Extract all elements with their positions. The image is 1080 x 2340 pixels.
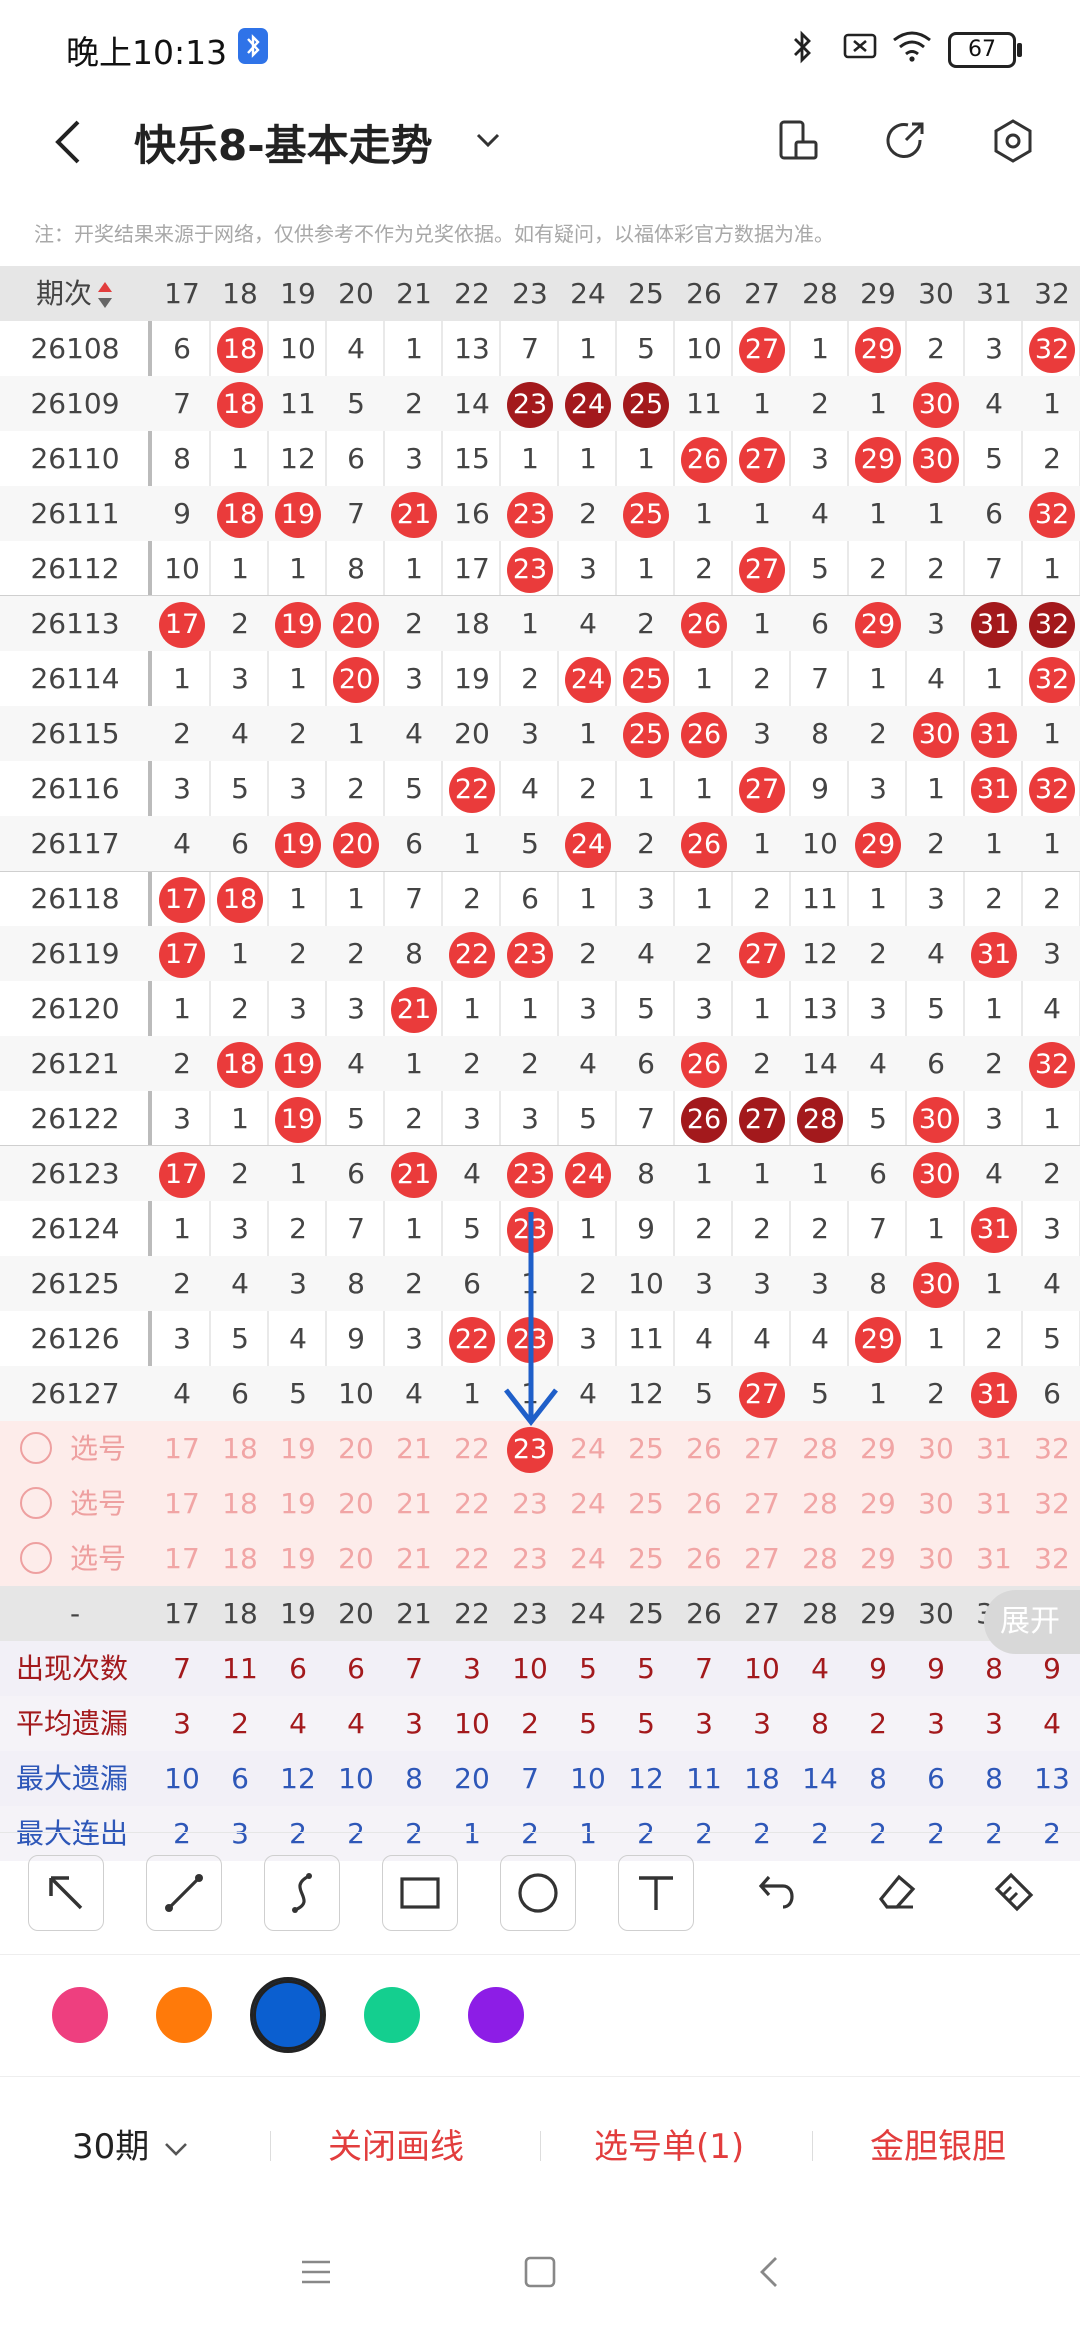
divider — [270, 2131, 271, 2161]
color-palette — [0, 1954, 1080, 2075]
drawing-toolbar — [0, 1832, 1080, 1953]
rectangle-tool-icon[interactable] — [382, 1855, 458, 1931]
bottom-actions: 30期 关闭画线 选号单(1) 金胆银胆 — [0, 2076, 1080, 2207]
chevron-down-icon — [165, 2142, 187, 2156]
text-tool-icon[interactable] — [618, 1855, 694, 1931]
close-drawing-button[interactable]: 关闭画线 — [328, 2119, 464, 2168]
home-icon[interactable] — [522, 2254, 558, 2294]
expand-button[interactable]: 展开 — [984, 1590, 1080, 1654]
color-swatch[interactable] — [156, 1987, 212, 2043]
line-tool-icon[interactable] — [146, 1855, 222, 1931]
period-select[interactable]: 30期 — [72, 2119, 192, 2168]
nav-back-icon[interactable] — [752, 2254, 788, 2294]
color-swatch[interactable] — [52, 1987, 108, 2043]
color-swatch[interactable] — [250, 1977, 326, 2053]
clear-brush-icon[interactable] — [976, 1855, 1052, 1931]
divider — [812, 2131, 813, 2161]
eraser-icon[interactable] — [858, 1855, 934, 1931]
undo-icon[interactable] — [740, 1855, 816, 1931]
divider — [540, 2131, 541, 2161]
pick-list-button[interactable]: 选号单(1) — [594, 2119, 744, 2168]
menu-icon[interactable] — [298, 2254, 334, 2294]
curve-tool-icon[interactable] — [264, 1855, 340, 1931]
period-select-label: 30期 — [72, 2127, 150, 2167]
color-swatch[interactable] — [364, 1987, 420, 2043]
system-nav-bar — [0, 2208, 1080, 2340]
circle-tool-icon[interactable] — [500, 1855, 576, 1931]
golden-button[interactable]: 金胆银胆 — [870, 2119, 1006, 2168]
arrow-tool-icon[interactable] — [28, 1855, 104, 1931]
color-swatch[interactable] — [468, 1987, 524, 2043]
